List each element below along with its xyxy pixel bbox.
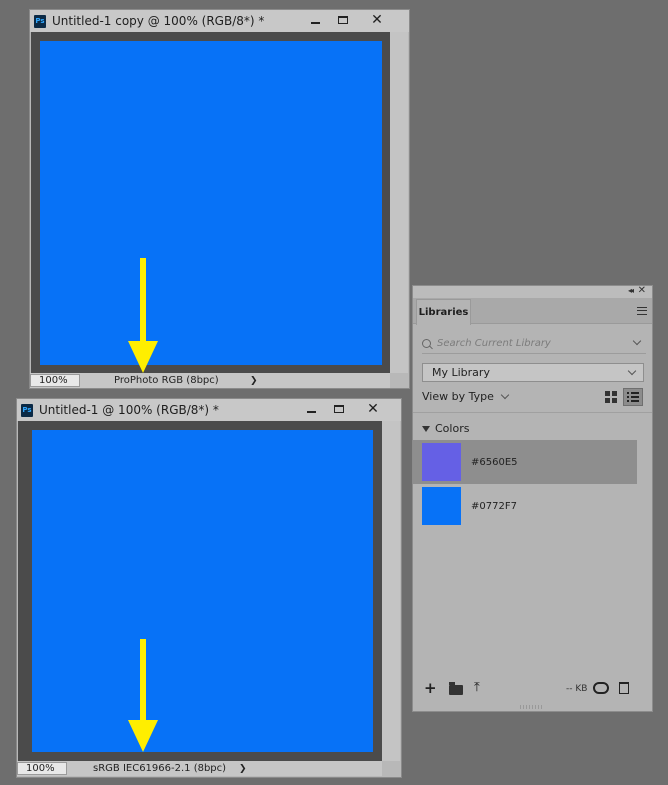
close-icon: ✕: [367, 401, 379, 417]
close-panel-icon[interactable]: ✕: [638, 285, 646, 296]
colors-section-header[interactable]: Colors: [422, 422, 469, 435]
color-item[interactable]: #0772F7: [413, 484, 637, 528]
maximize-icon: [334, 405, 344, 413]
vertical-scrollbar[interactable]: [382, 421, 400, 761]
add-content-icon[interactable]: +: [424, 679, 437, 697]
color-profile-label[interactable]: ProPhoto RGB (8bpc): [114, 375, 219, 386]
photoshop-app-icon: Ps: [34, 14, 46, 28]
color-label: #0772F7: [471, 500, 517, 512]
minimize-button[interactable]: [297, 399, 325, 419]
chevron-down-icon: [500, 390, 510, 399]
minimize-icon: [310, 22, 320, 24]
search-icon: [422, 338, 431, 348]
storage-usage: -- KB: [566, 684, 588, 694]
color-swatch: [422, 487, 461, 525]
vertical-scrollbar[interactable]: [390, 32, 408, 373]
panel-footer: + ⤒ -- KB: [413, 679, 652, 699]
disclosure-triangle-icon: [422, 425, 430, 432]
trash-icon[interactable]: [619, 682, 629, 694]
library-select-value: My Library: [432, 366, 490, 379]
status-menu-arrow-icon[interactable]: ❯: [239, 764, 247, 774]
annotation-arrow-head: [128, 341, 158, 373]
creative-cloud-icon[interactable]: [593, 682, 609, 694]
color-item[interactable]: #6560E5: [413, 440, 637, 484]
list-view-icon[interactable]: [623, 388, 643, 406]
color-swatch: [422, 443, 461, 481]
grid-view-icon[interactable]: [604, 390, 618, 404]
divider: [413, 412, 652, 413]
search-underline: [422, 353, 646, 354]
panel-header-strip[interactable]: ◂◂ ✕: [413, 285, 652, 298]
panel-menu-icon[interactable]: [637, 307, 647, 315]
document-canvas[interactable]: [32, 430, 373, 752]
view-by-dropdown[interactable]: View by Type: [422, 390, 510, 403]
title-bar[interactable]: Ps Untitled-1 copy @ 100% (RGB/8*) * ✕: [30, 10, 409, 32]
minimize-button[interactable]: [301, 10, 329, 30]
document-window-top[interactable]: Ps Untitled-1 copy @ 100% (RGB/8*) * ✕ 1…: [29, 9, 410, 389]
status-menu-arrow-icon[interactable]: ❯: [250, 376, 258, 386]
maximize-icon: [338, 16, 348, 24]
photoshop-app-icon: Ps: [21, 403, 33, 417]
color-label: #6560E5: [471, 456, 518, 468]
search-dropdown-chevron-icon[interactable]: [632, 336, 642, 346]
tab-libraries[interactable]: Libraries: [416, 299, 471, 325]
canvas-area[interactable]: [18, 421, 382, 761]
maximize-button[interactable]: [329, 10, 357, 30]
colors-section-title: Colors: [435, 422, 470, 435]
document-window-bottom[interactable]: Ps Untitled-1 @ 100% (RGB/8*) * ✕ 100% s…: [16, 398, 402, 778]
collapse-panel-icon[interactable]: ◂◂: [628, 286, 634, 295]
maximize-button[interactable]: [325, 399, 353, 419]
close-icon: ✕: [371, 12, 383, 28]
resize-grip[interactable]: [520, 705, 544, 709]
close-button[interactable]: ✕: [353, 399, 393, 419]
upload-icon[interactable]: ⤒: [474, 680, 480, 695]
annotation-arrow-shaft: [140, 639, 146, 725]
document-title: Untitled-1 @ 100% (RGB/8*) *: [39, 403, 219, 417]
chevron-down-icon: [627, 366, 637, 376]
annotation-arrow-shaft: [140, 258, 146, 346]
libraries-panel[interactable]: ◂◂ ✕ Libraries My Library View by Type C…: [412, 285, 653, 712]
search-row: [422, 335, 646, 351]
zoom-level-field[interactable]: 100%: [17, 762, 67, 775]
library-select[interactable]: My Library: [422, 363, 644, 382]
color-profile-label[interactable]: sRGB IEC61966-2.1 (8bpc): [93, 763, 226, 774]
status-bar: 100% ProPhoto RGB (8bpc) ❯: [30, 373, 390, 388]
minimize-icon: [306, 411, 316, 413]
status-bar: 100% sRGB IEC61966-2.1 (8bpc) ❯: [17, 761, 382, 776]
title-bar[interactable]: Ps Untitled-1 @ 100% (RGB/8*) * ✕: [17, 399, 401, 421]
document-canvas[interactable]: [40, 41, 382, 365]
annotation-arrow-head: [128, 720, 158, 752]
zoom-level-field[interactable]: 100%: [30, 374, 80, 387]
view-by-label: View by Type: [422, 390, 494, 403]
panel-tab-bar: Libraries: [413, 298, 652, 325]
folder-icon[interactable]: [449, 682, 463, 695]
close-button[interactable]: ✕: [357, 10, 397, 30]
canvas-area[interactable]: [31, 32, 390, 373]
search-input[interactable]: [437, 337, 627, 349]
document-title: Untitled-1 copy @ 100% (RGB/8*) *: [52, 14, 265, 28]
